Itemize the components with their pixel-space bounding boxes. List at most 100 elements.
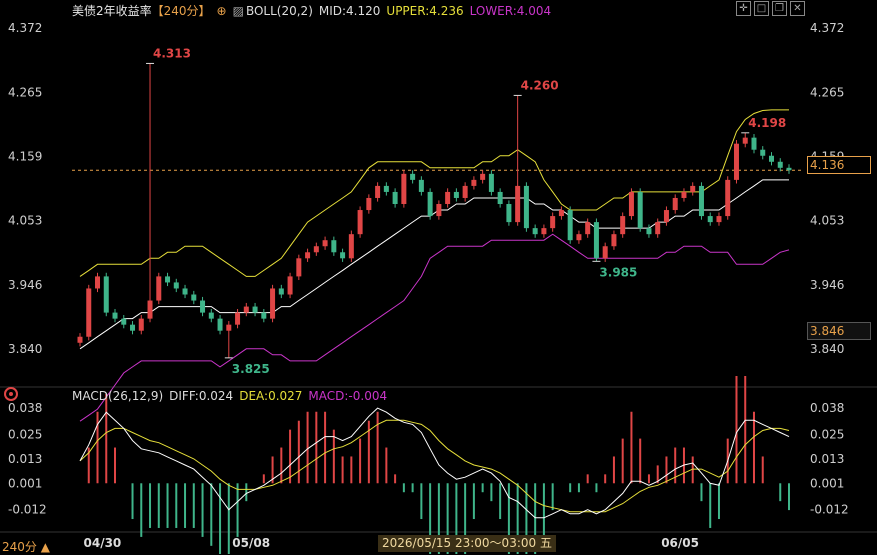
- chart-canvas[interactable]: 4.3724.3724.2654.2654.1594.1594.0534.053…: [0, 0, 877, 554]
- candle-body: [681, 191, 687, 198]
- candle-body: [217, 318, 223, 331]
- candle-body: [716, 216, 722, 223]
- candle-body: [130, 324, 136, 331]
- close-icon[interactable]: ✕: [790, 1, 805, 16]
- candle-body: [532, 228, 538, 235]
- candle-body: [200, 300, 206, 313]
- annotation-label: 4.260: [521, 78, 559, 92]
- macd-label[interactable]: MACD(26,12,9): [72, 389, 163, 403]
- candle-body: [760, 149, 766, 156]
- candle-body: [628, 191, 634, 217]
- candle-body: [103, 276, 109, 313]
- candle-body: [147, 300, 153, 319]
- candle-body: [348, 234, 354, 259]
- y-tick-label-right: 3.840: [810, 342, 844, 356]
- candle-body: [173, 282, 179, 289]
- candle-body: [410, 173, 416, 180]
- macd-tick-label-left: -0.012: [8, 503, 47, 517]
- candle-body: [585, 222, 591, 235]
- candle-body: [427, 191, 433, 217]
- y-tick-label-right: 4.265: [810, 85, 844, 99]
- candle-body: [261, 312, 267, 319]
- candle-body: [340, 252, 346, 259]
- y-tick-label-right: 4.053: [810, 213, 844, 227]
- hover-time-label: 2026/05/15 23:00～03:00 五: [378, 535, 556, 552]
- chart-header: 美债2年收益率【240分】 ⊕ ▨ BOLL(20,2) MID:4.120 UPPER:…: [72, 2, 557, 19]
- candle-body: [550, 216, 556, 229]
- candle-body: [620, 216, 626, 235]
- candle-body: [208, 312, 214, 319]
- restore-icon[interactable]: ❐: [772, 1, 787, 16]
- x-tick-label: 05/08: [232, 536, 270, 550]
- settings-icon[interactable]: [4, 387, 18, 401]
- candle-body: [191, 294, 197, 301]
- candle-body: [488, 173, 494, 192]
- zoom-icon[interactable]: ⊕: [217, 4, 227, 18]
- candle-body: [637, 191, 643, 229]
- candle-body: [541, 228, 547, 235]
- window-icon[interactable]: □: [754, 1, 769, 16]
- candle-body: [121, 318, 127, 325]
- candle-body: [418, 179, 424, 192]
- instrument-title[interactable]: 美债2年收益率: [72, 4, 152, 18]
- candle-body: [322, 240, 328, 247]
- period-selector-label: 240分: [2, 540, 37, 554]
- indicator-icon[interactable]: ▨: [233, 4, 244, 18]
- candle-body: [471, 179, 477, 186]
- candle-body: [462, 185, 468, 198]
- candle-body: [445, 191, 451, 205]
- candle-body: [707, 216, 713, 223]
- annotation-label: 3.825: [232, 362, 270, 376]
- candle-body: [786, 167, 792, 171]
- candle-body: [313, 246, 319, 253]
- macd-header: MACD(26,12,9) DIFF:0.024 DEA:0.027 MACD:-0.…: [72, 389, 393, 403]
- candle-body: [672, 197, 678, 211]
- y-tick-label-left: 4.265: [8, 85, 42, 99]
- boll-label[interactable]: BOLL(20,2): [246, 4, 313, 18]
- lower-price-tag: 3.846: [807, 322, 871, 340]
- candle-body: [77, 336, 83, 343]
- candle-body: [698, 185, 704, 217]
- boll-mid-value: MID:4.120: [318, 4, 381, 18]
- macd-tick-label-right: 0.013: [810, 452, 844, 466]
- annotation-label: 4.313: [153, 46, 191, 60]
- candle-body: [156, 276, 162, 301]
- candle-body: [558, 210, 564, 217]
- candle-body: [655, 222, 661, 235]
- macd-tick-label-left: 0.013: [8, 452, 42, 466]
- period-label[interactable]: 【240分】: [152, 4, 211, 18]
- last-price-tag: 4.136: [807, 156, 871, 174]
- candle-body: [646, 228, 652, 235]
- x-tick-label: 06/05: [661, 536, 699, 550]
- candle-body: [497, 191, 503, 205]
- y-tick-label-left: 4.053: [8, 213, 42, 227]
- boll-upper-value: UPPER:4.236: [386, 4, 464, 18]
- candle-body: [235, 312, 241, 325]
- macd-tick-label-right: -0.012: [810, 503, 849, 517]
- annotation-label: 3.985: [599, 265, 637, 279]
- candle-body: [226, 324, 232, 331]
- macd-tick-label-right: 0.038: [810, 401, 844, 415]
- candle-body: [112, 312, 118, 319]
- y-tick-label-left: 4.372: [8, 21, 42, 35]
- candle-body: [751, 137, 757, 150]
- period-selector[interactable]: 240分 ▲: [2, 538, 50, 555]
- candle-body: [252, 306, 258, 313]
- candle-body: [95, 276, 101, 289]
- candle-body: [611, 234, 617, 247]
- candle-body: [576, 234, 582, 241]
- candle-body: [270, 288, 276, 319]
- candle-body: [138, 318, 144, 331]
- candle-body: [768, 155, 774, 162]
- y-tick-label-right: 4.372: [810, 21, 844, 35]
- y-tick-label-left: 3.840: [8, 342, 42, 356]
- candle-body: [357, 210, 363, 235]
- candle-body: [506, 204, 512, 223]
- candle-body: [690, 185, 696, 192]
- candle-body: [593, 222, 599, 259]
- candle-body: [515, 185, 521, 223]
- crosshair-icon[interactable]: ✛: [736, 1, 751, 16]
- candle-body: [663, 210, 669, 223]
- candle-body: [182, 288, 188, 295]
- macd-tick-label-left: 0.025: [8, 428, 42, 442]
